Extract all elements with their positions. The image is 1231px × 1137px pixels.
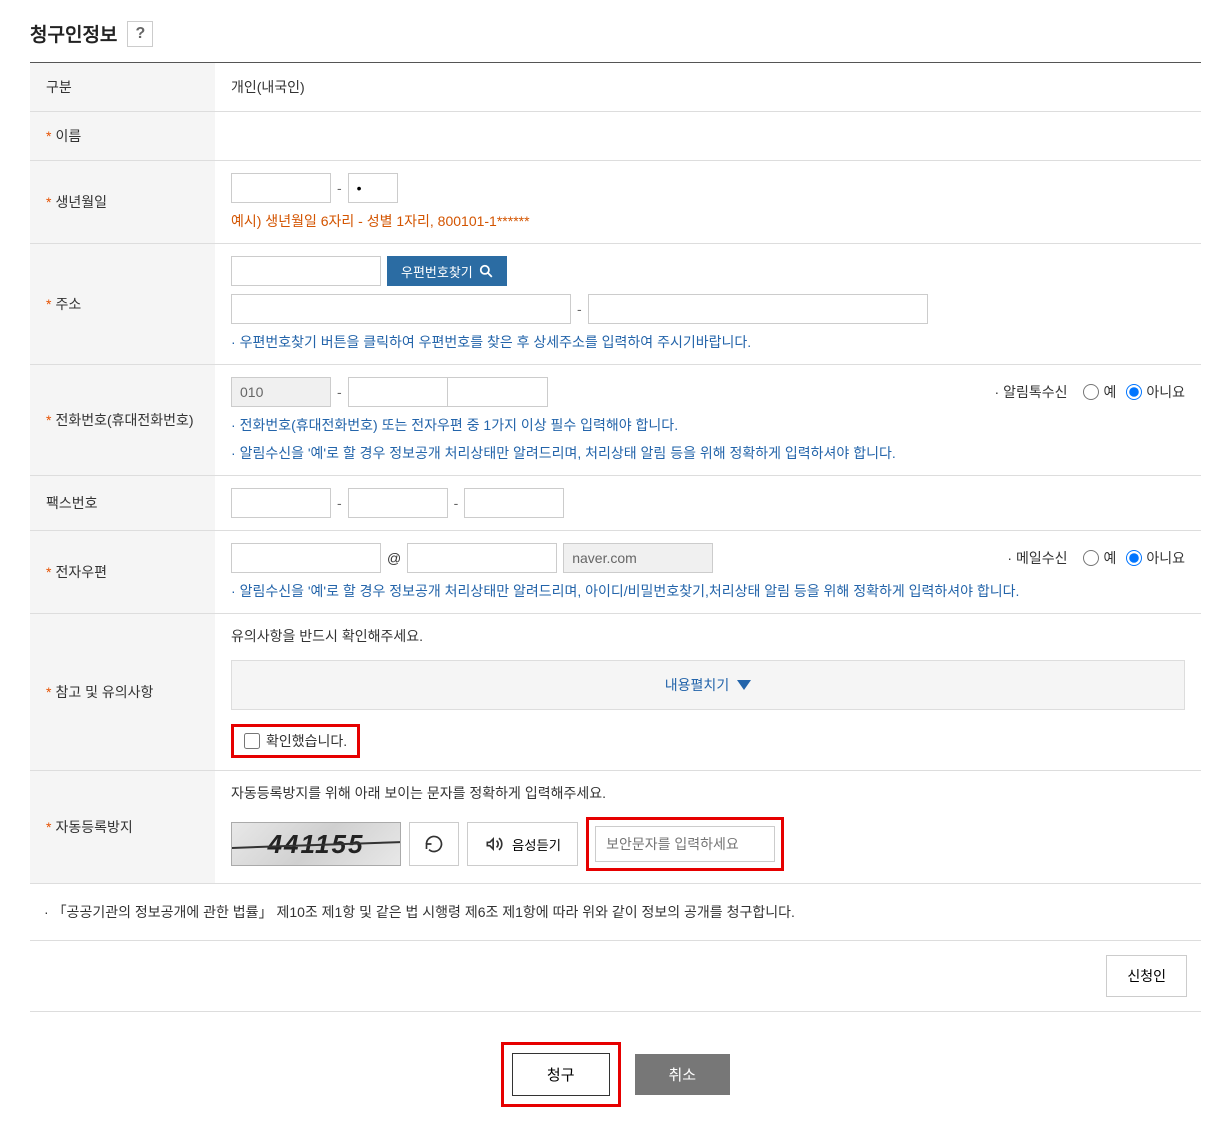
form-table: 구분 개인(내국인) * 이름 * 생년월일 - 예시) 생년월일 6자리 - …	[30, 62, 1201, 884]
captcha-image: 441155	[231, 822, 401, 866]
mail-yes[interactable]: 예	[1083, 548, 1116, 568]
sms-no[interactable]: 아니요	[1126, 382, 1185, 402]
email-hint: 알림수신을 '예'로 할 경우 정보공개 처리상태만 알려드리며, 아이디/비밀…	[231, 581, 1185, 601]
value-category: 개인(내국인)	[231, 77, 1185, 97]
birthdate-input-1[interactable]	[231, 173, 331, 203]
chevron-down-icon	[737, 680, 751, 690]
fax-input-2[interactable]	[348, 488, 448, 518]
label-category: 구분	[30, 63, 215, 111]
label-notice: * 참고 및 유의사항	[30, 614, 215, 770]
captcha-refresh-button[interactable]	[409, 822, 459, 866]
applicant-button[interactable]: 신청인	[1106, 955, 1187, 997]
address-input-2[interactable]	[588, 294, 928, 324]
page-title: 청구인정보	[30, 20, 117, 47]
captcha-input[interactable]	[595, 826, 775, 862]
captcha-audio-button[interactable]: 음성듣기	[467, 822, 578, 866]
expand-button[interactable]: 내용펼치기	[231, 660, 1185, 710]
label-fax: 팩스번호	[30, 476, 215, 530]
fax-input-1[interactable]	[231, 488, 331, 518]
phone-input-3[interactable]	[448, 377, 548, 407]
label-phone: * 전화번호(휴대전화번호)	[30, 365, 215, 475]
label-email: * 전자우편	[30, 531, 215, 613]
mail-label: 메일수신	[1007, 548, 1067, 568]
zip-input[interactable]	[231, 256, 381, 286]
phone-hint-1: 전화번호(휴대전화번호) 또는 전자우편 중 1가지 이상 필수 입력해야 합니…	[231, 415, 1185, 435]
confirm-label: 확인했습니다.	[266, 731, 347, 751]
address-hint: 우편번호찾기 버튼을 클릭하여 우편번호를 찾은 후 상세주소를 입력하여 주시…	[231, 332, 1185, 352]
cancel-button[interactable]: 취소	[635, 1054, 731, 1095]
zip-search-button[interactable]: 우편번호찾기	[387, 256, 507, 286]
birthdate-hint: 예시) 생년월일 6자리 - 성별 1자리, 800101-1******	[231, 211, 1185, 231]
speaker-icon	[484, 834, 504, 854]
email-domain-select[interactable]	[563, 543, 713, 573]
email-domain-input[interactable]	[407, 543, 557, 573]
help-button[interactable]: ?	[127, 21, 153, 47]
fax-input-3[interactable]	[464, 488, 564, 518]
required-mark: *	[46, 128, 51, 144]
submit-button[interactable]: 청구	[512, 1053, 610, 1096]
phone-prefix[interactable]	[231, 377, 331, 407]
label-name: * 이름	[30, 112, 215, 160]
confirm-checkbox[interactable]	[244, 733, 260, 749]
footer-note: 「공공기관의 정보공개에 관한 법률」 제10조 제1항 및 같은 법 시행령 …	[30, 884, 1201, 941]
sms-yes[interactable]: 예	[1083, 382, 1116, 402]
captcha-text: 자동등록방지를 위해 아래 보이는 문자를 정확하게 입력해주세요.	[231, 783, 1185, 803]
refresh-icon	[424, 834, 444, 854]
label-birthdate: * 생년월일	[30, 161, 215, 243]
label-captcha: * 자동등록방지	[30, 771, 215, 883]
birthdate-input-2[interactable]	[348, 173, 398, 203]
phone-hint-2: 알림수신을 '예'로 할 경우 정보공개 처리상태만 알려드리며, 처리상태 알…	[231, 443, 1185, 463]
sms-label: 알림톡수신	[995, 382, 1068, 402]
notice-text: 유의사항을 반드시 확인해주세요.	[231, 626, 1185, 646]
search-icon	[479, 264, 493, 278]
address-input-1[interactable]	[231, 294, 571, 324]
label-address: * 주소	[30, 244, 215, 364]
phone-input-2[interactable]	[348, 377, 448, 407]
email-at: @	[387, 550, 401, 566]
mail-no[interactable]: 아니요	[1126, 548, 1185, 568]
email-local-input[interactable]	[231, 543, 381, 573]
